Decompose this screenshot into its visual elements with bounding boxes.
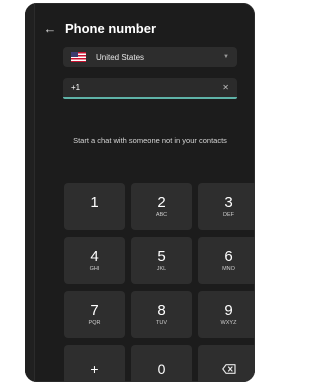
hint-text: Start a chat with someone not in your co… — [73, 136, 227, 145]
key-9[interactable]: 9 WXYZ — [198, 291, 255, 338]
key-0[interactable]: 0 — [131, 345, 192, 382]
key-plus[interactable]: + — [64, 345, 125, 382]
key-letters: TUV — [156, 319, 167, 326]
header: ← Phone number — [41, 17, 243, 39]
key-digit: 5 — [157, 247, 166, 265]
page-title: Phone number — [65, 20, 157, 36]
country-name: United States — [96, 52, 145, 62]
key-digit: + — [90, 360, 99, 377]
key-letters: ABC — [155, 211, 168, 218]
key-letters: PQR — [88, 319, 101, 326]
key-digit: 3 — [224, 193, 233, 211]
key-digit: 4 — [90, 247, 99, 265]
key-digit: 1 — [90, 193, 99, 211]
country-select[interactable]: United States ▼ — [63, 47, 237, 67]
key-1[interactable]: 1 — [64, 183, 125, 230]
app-window: ← Phone number United States ▼ ✕ Start a… — [25, 3, 255, 382]
dial-keypad: 1 2 ABC 3 DEF 4 GHI 5 JKL 6 MNO 7 PQR 8 — [64, 183, 255, 382]
key-digit: 8 — [157, 301, 166, 319]
back-arrow-icon[interactable]: ← — [41, 21, 59, 36]
sidebar-strip — [25, 3, 35, 382]
key-4[interactable]: 4 GHI — [64, 237, 125, 284]
key-letters: DEF — [223, 211, 234, 218]
key-digit: 9 — [224, 301, 233, 319]
chevron-down-icon: ▼ — [223, 54, 229, 60]
key-digit: 7 — [90, 301, 99, 319]
key-5[interactable]: 5 JKL — [131, 237, 192, 284]
key-letters: WXYZ — [220, 319, 237, 326]
key-8[interactable]: 8 TUV — [131, 291, 192, 338]
key-letters: MNO — [222, 265, 235, 272]
key-3[interactable]: 3 DEF — [198, 183, 255, 230]
key-2[interactable]: 2 ABC — [131, 183, 192, 230]
key-digit: 0 — [157, 360, 166, 377]
phone-input[interactable] — [71, 83, 223, 92]
key-letters: JKL — [156, 265, 167, 272]
key-digit: 6 — [224, 247, 233, 265]
key-7[interactable]: 7 PQR — [64, 291, 125, 338]
key-letters: GHI — [89, 265, 100, 272]
key-6[interactable]: 6 MNO — [198, 237, 255, 284]
backspace-button[interactable] — [198, 345, 255, 382]
us-flag-icon — [71, 52, 86, 62]
phone-number-field[interactable]: ✕ — [63, 78, 237, 99]
key-digit: 2 — [157, 193, 166, 211]
close-icon[interactable]: ✕ — [222, 83, 229, 92]
backspace-icon — [221, 363, 236, 374]
